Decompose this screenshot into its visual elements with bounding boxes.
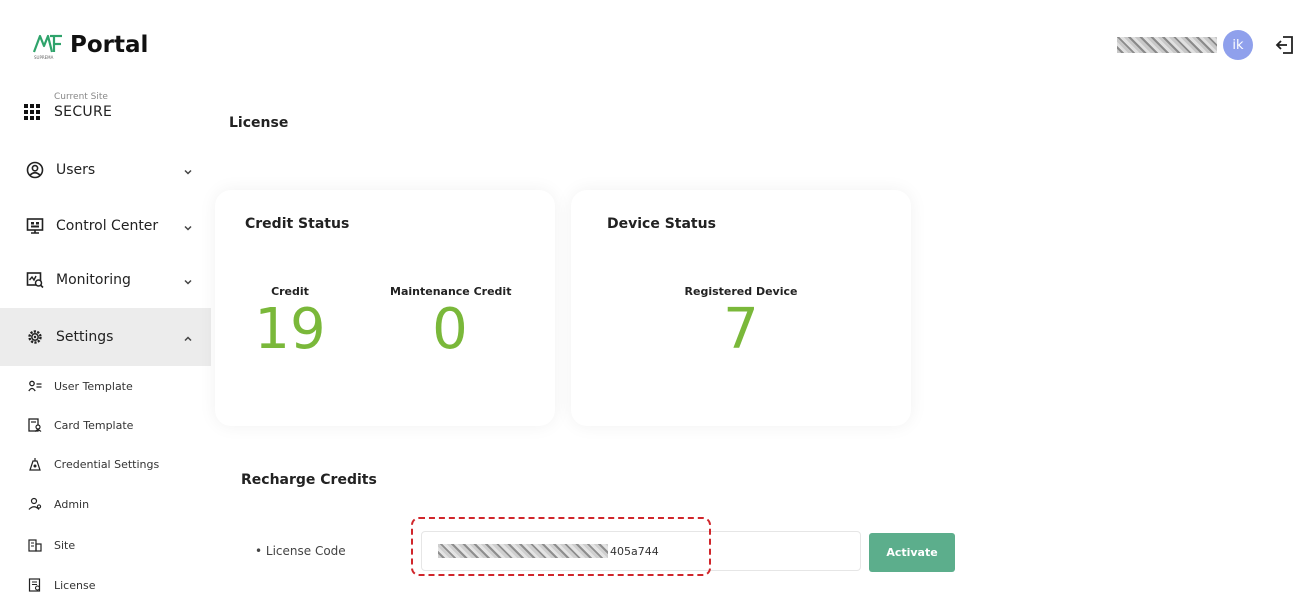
- logo-text: Portal: [70, 32, 149, 58]
- license-icon: [28, 578, 42, 592]
- user-list-icon: [28, 379, 42, 393]
- device-status-title: Device Status: [607, 216, 716, 232]
- credit-status-card: Credit Status Credit 19 Maintenance Cred…: [215, 190, 555, 426]
- credit-stat: Credit 19: [235, 285, 345, 358]
- main-content: License Credit Status Credit 19 Maintena…: [211, 80, 1309, 613]
- sidebar-subitem-license[interactable]: License: [0, 565, 211, 605]
- chevron-up-icon: [183, 332, 193, 342]
- user-area: ik: [1117, 30, 1295, 60]
- sidebar-item-monitoring[interactable]: Monitoring: [0, 254, 211, 306]
- sidebar-subitem-label: Site: [54, 538, 76, 552]
- sidebar-item-users[interactable]: Users: [0, 144, 211, 196]
- chevron-down-icon: [183, 221, 193, 231]
- portal-logo[interactable]: SUPREMA Portal: [32, 30, 148, 60]
- sidebar-subitem-user-template[interactable]: User Template: [0, 366, 211, 406]
- sidebar: Current Site SECURE Users Control Center…: [0, 82, 211, 613]
- grid-icon: [24, 104, 40, 120]
- sidebar-subitem-card-template[interactable]: Card Template: [0, 405, 211, 445]
- sidebar-subitem-label: User Template: [54, 379, 133, 393]
- highlight-annotation: [411, 517, 711, 576]
- page-title: License: [229, 115, 289, 131]
- sidebar-subitem-label: Admin: [54, 497, 90, 511]
- recharge-credits-title: Recharge Credits: [241, 472, 377, 488]
- credential-icon: [28, 457, 42, 471]
- suprema-logo-icon: SUPREMA: [32, 30, 66, 60]
- masked-user-name: [1117, 37, 1217, 53]
- monitor-icon: [26, 217, 44, 235]
- sidebar-subitem-label: Card Template: [54, 418, 134, 432]
- credit-value: 19: [254, 297, 326, 362]
- gear-icon: [26, 328, 44, 346]
- sidebar-item-settings[interactable]: Settings: [0, 308, 211, 366]
- current-site-selector[interactable]: Current Site SECURE: [24, 92, 112, 120]
- site-name: SECURE: [54, 104, 113, 120]
- sidebar-item-label: Settings: [56, 329, 114, 345]
- user-circle-icon: [26, 161, 44, 179]
- activate-label: Activate: [886, 546, 938, 559]
- license-code-label-text: License Code: [265, 544, 346, 558]
- sidebar-item-control-center[interactable]: Control Center: [0, 200, 211, 252]
- maintenance-credit-stat: Maintenance Credit 0: [390, 285, 511, 362]
- credit-status-title: Credit Status: [245, 216, 350, 232]
- site-caption: Current Site: [54, 92, 108, 102]
- card-template-icon: [28, 418, 42, 432]
- registered-device-value: 7: [723, 297, 759, 362]
- activate-button[interactable]: Activate: [869, 533, 955, 572]
- license-code-label: • License Code: [255, 544, 346, 558]
- chevron-down-icon: [183, 275, 193, 285]
- maintenance-credit-value: 0: [432, 297, 468, 362]
- sidebar-subitem-label: License: [54, 578, 96, 592]
- logo-sub-text: SUPREMA: [34, 55, 54, 60]
- monitoring-icon: [26, 271, 44, 289]
- sidebar-subitem-label: Credential Settings: [54, 457, 160, 471]
- site-icon: [28, 538, 42, 552]
- sidebar-item-label: Users: [56, 162, 96, 178]
- sidebar-subitem-admin[interactable]: Admin: [0, 484, 211, 524]
- sidebar-subitem-site[interactable]: Site: [0, 525, 211, 565]
- chevron-down-icon: [183, 165, 193, 175]
- admin-icon: [28, 497, 42, 511]
- avatar[interactable]: ik: [1223, 30, 1253, 60]
- sidebar-item-label: Monitoring: [56, 272, 131, 288]
- sidebar-subitem-credential-settings[interactable]: Credential Settings: [0, 444, 211, 484]
- device-status-card: Device Status Registered Device 7: [571, 190, 911, 426]
- sidebar-item-label: Control Center: [56, 218, 159, 234]
- top-bar: SUPREMA Portal ik: [0, 0, 1309, 80]
- registered-device-stat: Registered Device 7: [661, 285, 821, 358]
- logout-icon[interactable]: [1275, 34, 1295, 56]
